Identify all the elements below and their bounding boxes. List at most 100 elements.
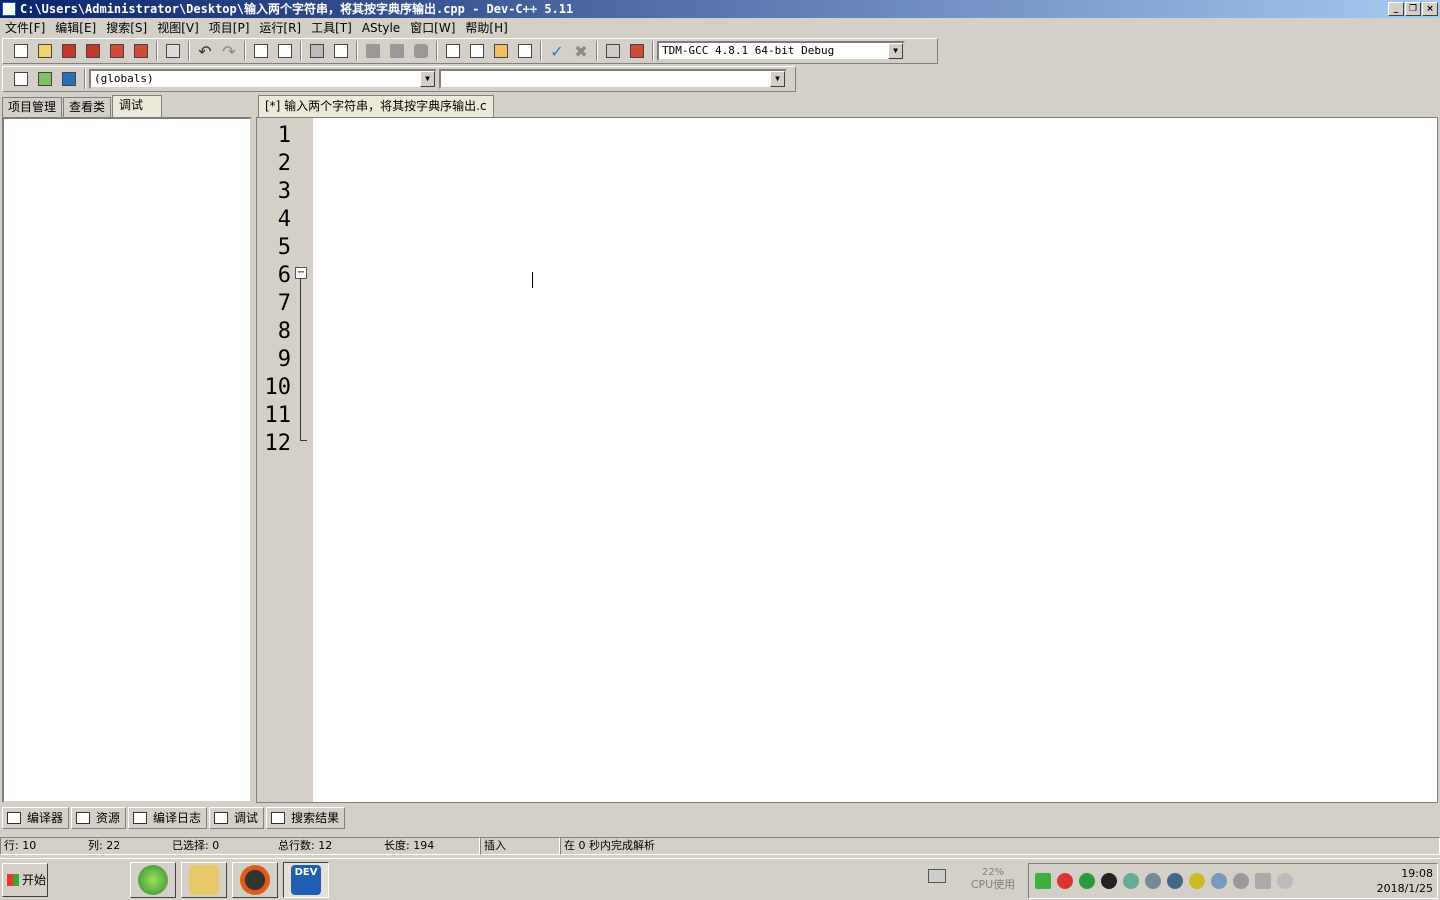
network-icon[interactable] bbox=[1211, 873, 1227, 889]
line-number: 7 bbox=[277, 291, 291, 316]
replace-button[interactable] bbox=[274, 41, 296, 61]
menu-tools[interactable]: 工具[T] bbox=[306, 19, 357, 37]
chevron-down-icon[interactable]: ▼ bbox=[770, 71, 785, 87]
qq-icon[interactable] bbox=[1035, 873, 1051, 889]
tab-class-browser[interactable]: 查看类 bbox=[63, 97, 112, 117]
monitor-icon[interactable] bbox=[1255, 873, 1271, 889]
menu-file[interactable]: 文件[F] bbox=[0, 19, 50, 37]
grid-icon bbox=[518, 44, 532, 58]
line-number: 4 bbox=[277, 207, 291, 232]
keyboard-icon[interactable] bbox=[928, 869, 946, 883]
restore-button[interactable]: ❐ bbox=[1405, 2, 1421, 16]
bookmark-button[interactable] bbox=[58, 69, 80, 89]
taskbar-app-recorder[interactable] bbox=[232, 862, 278, 898]
check-syntax-button[interactable]: ✓ bbox=[546, 41, 568, 61]
find-button[interactable] bbox=[250, 41, 272, 61]
print-button[interactable] bbox=[162, 41, 184, 61]
tab-resources[interactable]: 资源 bbox=[71, 807, 127, 829]
compiler-select[interactable]: TDM-GCC 4.8.1 64-bit Debug ▼ bbox=[657, 41, 905, 61]
save-button[interactable] bbox=[58, 41, 80, 61]
close-button[interactable]: × bbox=[1422, 2, 1438, 16]
chevron-down-icon[interactable]: ▼ bbox=[420, 71, 435, 87]
tab-compiler[interactable]: 编译器 bbox=[2, 807, 70, 829]
layout-button-1[interactable] bbox=[442, 41, 464, 61]
status-selected: 已选择: 0 bbox=[172, 839, 220, 852]
close-file-button[interactable] bbox=[106, 41, 128, 61]
search-icon bbox=[271, 812, 286, 824]
next-bookmark-button[interactable] bbox=[386, 41, 408, 61]
grid-icon bbox=[7, 812, 21, 824]
layout-button-3[interactable] bbox=[490, 41, 512, 61]
minimize-button[interactable]: _ bbox=[1388, 2, 1404, 16]
status-total-lines: 总行数: 12 bbox=[278, 839, 333, 852]
ie-icon[interactable] bbox=[1079, 873, 1095, 889]
new-file-button[interactable] bbox=[10, 41, 32, 61]
delete-profile-button[interactable] bbox=[626, 41, 648, 61]
menu-view[interactable]: 视图[V] bbox=[152, 19, 204, 37]
editor-tab[interactable]: [*] 输入两个字符串，将其按字典序输出.c bbox=[258, 95, 494, 117]
menu-edit[interactable]: 编辑[E] bbox=[50, 19, 101, 37]
chevron-down-icon[interactable]: ▼ bbox=[888, 43, 903, 59]
prev-arrow-icon bbox=[366, 44, 380, 58]
toolbar-separator bbox=[244, 41, 246, 61]
tab-compile-log[interactable]: 编译日志 bbox=[128, 807, 208, 829]
layout-button-2[interactable] bbox=[466, 41, 488, 61]
taskbar-app-360-browser[interactable] bbox=[130, 862, 176, 898]
goto-line-button[interactable] bbox=[306, 41, 328, 61]
shield-icon[interactable] bbox=[1123, 873, 1139, 889]
insert-button[interactable] bbox=[10, 69, 32, 89]
find-icon bbox=[254, 44, 268, 58]
close-file-icon bbox=[110, 44, 124, 58]
code-editor[interactable]: 1 2 3 4 5 6 7 8 9 10 11 12 − bbox=[256, 117, 1438, 803]
fold-toggle-icon[interactable]: − bbox=[295, 267, 307, 279]
user-icon[interactable] bbox=[1145, 873, 1161, 889]
function-select[interactable]: ▼ bbox=[439, 69, 787, 89]
line-number-gutter: 1 2 3 4 5 6 7 8 9 10 11 12 − bbox=[257, 118, 313, 802]
tab-project-manager[interactable]: 项目管理 bbox=[2, 97, 63, 117]
close-all-button[interactable] bbox=[130, 41, 152, 61]
left-panel[interactable] bbox=[2, 117, 252, 803]
save-all-button[interactable] bbox=[82, 41, 104, 61]
menu-project[interactable]: 项目[P] bbox=[204, 19, 255, 37]
clock-date: 2018/1/25 bbox=[1376, 882, 1433, 895]
taskbar-app-devcpp[interactable]: DEV bbox=[283, 862, 329, 898]
menu-help[interactable]: 帮助[H] bbox=[460, 19, 512, 37]
tab-debug[interactable]: 调试 bbox=[112, 95, 163, 117]
tab-search-results[interactable]: 搜索结果 bbox=[266, 807, 346, 829]
toolbar-separator bbox=[356, 41, 358, 61]
app-icon[interactable] bbox=[2, 2, 16, 16]
toolbar-separator bbox=[596, 41, 598, 61]
layout-button-4[interactable] bbox=[514, 41, 536, 61]
indent-button[interactable] bbox=[330, 41, 352, 61]
profile-button[interactable] bbox=[602, 41, 624, 61]
undo-button[interactable]: ↶ bbox=[194, 41, 216, 61]
line-number: 12 bbox=[264, 431, 292, 456]
toggle-bookmark-button[interactable] bbox=[410, 41, 432, 61]
scope-select[interactable]: (globals) ▼ bbox=[89, 69, 437, 89]
menu-window[interactable]: 窗口[W] bbox=[405, 19, 460, 37]
speaker-icon[interactable] bbox=[1277, 873, 1293, 889]
toolbar-separator bbox=[300, 41, 302, 61]
clock[interactable]: 19:08 2018/1/25 bbox=[1377, 866, 1433, 896]
redo-button[interactable]: ↷ bbox=[218, 41, 240, 61]
volume-icon[interactable] bbox=[1233, 873, 1249, 889]
menu-run[interactable]: 运行[R] bbox=[254, 19, 306, 37]
menu-astyle[interactable]: AStyle bbox=[357, 19, 405, 37]
start-button[interactable]: 开始 bbox=[2, 863, 48, 897]
menu-search[interactable]: 搜索[S] bbox=[101, 19, 152, 37]
tab-debug-output[interactable]: 调试 bbox=[209, 807, 265, 829]
windows-logo-icon bbox=[7, 874, 19, 886]
eye-icon[interactable] bbox=[1167, 873, 1183, 889]
line-number: 2 bbox=[277, 151, 291, 176]
class-toolbar: (globals) ▼ ▼ bbox=[2, 66, 796, 92]
penguin-icon[interactable] bbox=[1101, 873, 1117, 889]
stop-button[interactable]: ✖ bbox=[570, 41, 592, 61]
taskbar-app-explorer[interactable] bbox=[181, 862, 227, 898]
security-icon[interactable] bbox=[1057, 873, 1073, 889]
goto-button[interactable] bbox=[34, 69, 56, 89]
open-file-button[interactable] bbox=[34, 41, 56, 61]
tab-compile-log-label: 编译日志 bbox=[153, 811, 202, 825]
plus-icon[interactable] bbox=[1189, 873, 1205, 889]
redo-icon: ↷ bbox=[222, 41, 236, 61]
prev-bookmark-button[interactable] bbox=[362, 41, 384, 61]
